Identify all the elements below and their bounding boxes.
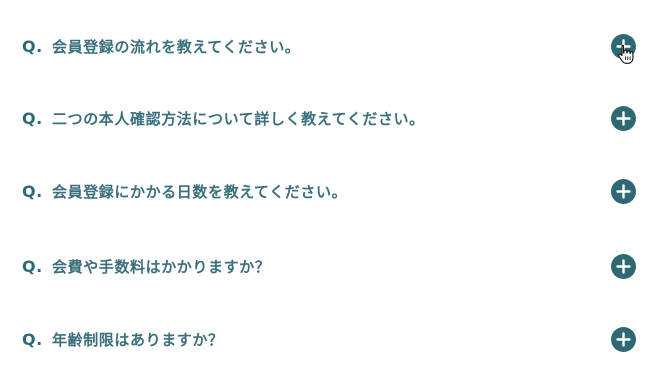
plus-circle-icon[interactable] bbox=[611, 326, 636, 352]
faq-item-identity-verification[interactable]: Q. 二つの本人確認方法について詳しく教えてください。 bbox=[0, 91, 662, 145]
faq-question[interactable]: 会員登録の流れを教えてください。 bbox=[52, 36, 300, 57]
q-label: Q. bbox=[22, 329, 43, 349]
q-label: Q. bbox=[22, 36, 43, 56]
faq-item-registration-flow[interactable]: Q. 会員登録の流れを教えてください。 bbox=[0, 19, 662, 73]
hand-pointer-icon bbox=[618, 44, 634, 64]
q-label: Q. bbox=[22, 181, 43, 201]
faq-question[interactable]: 年齢制限はありますか？ bbox=[52, 329, 224, 350]
faq-question[interactable]: 二つの本人確認方法について詳しく教えてください。 bbox=[52, 108, 425, 129]
plus-circle-icon[interactable] bbox=[611, 178, 636, 204]
faq-list: Q. 会員登録の流れを教えてください。 Q. 二つの本人確認方法について詳しく教… bbox=[0, 0, 662, 378]
faq-item-fees[interactable]: Q. 会費や手数料はかかりますか？ bbox=[0, 239, 662, 293]
faq-question[interactable]: 会費や手数料はかかりますか？ bbox=[52, 256, 270, 277]
faq-item-registration-days[interactable]: Q. 会員登録にかかる日数を教えてください。 bbox=[0, 164, 662, 218]
q-label: Q. bbox=[22, 256, 43, 276]
faq-item-age-limit[interactable]: Q. 年齢制限はありますか？ bbox=[0, 312, 662, 366]
faq-question[interactable]: 会員登録にかかる日数を教えてください。 bbox=[52, 181, 347, 202]
plus-circle-icon[interactable] bbox=[611, 253, 636, 279]
q-label: Q. bbox=[22, 108, 43, 128]
plus-circle-icon[interactable] bbox=[611, 105, 636, 131]
